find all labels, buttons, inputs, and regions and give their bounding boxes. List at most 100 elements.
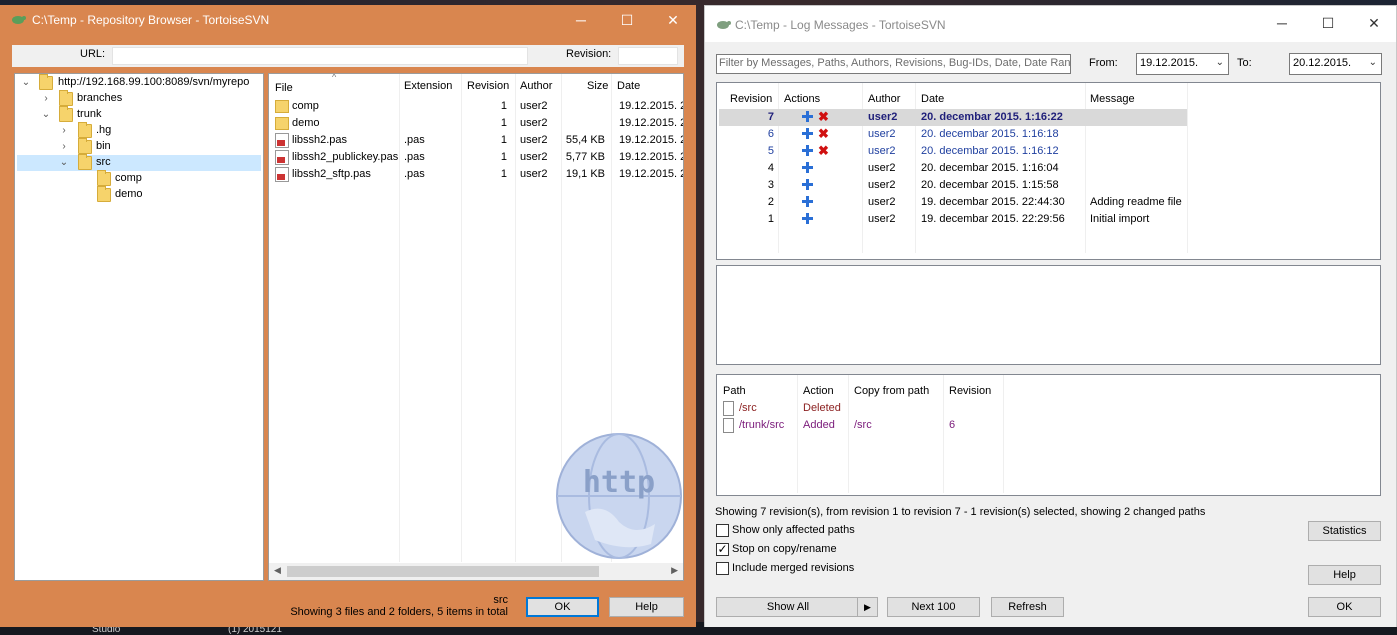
merged-revisions-checkbox[interactable] [716,562,729,575]
statistics-button[interactable]: Statistics [1308,521,1381,541]
added-icon [801,127,814,140]
changed-paths-list[interactable]: Path Action Copy from path Revision /src… [716,374,1381,496]
folder-icon [78,138,92,154]
http-globe-watermark: http [556,433,682,559]
column-header-author[interactable]: Author [520,80,552,92]
file-extension: .pas [404,134,425,146]
pas-file-icon [275,150,289,165]
folder-icon [275,100,289,113]
revision-row[interactable]: 3 user2 20. decembar 2015. 1:15:58 [719,177,1187,194]
tree-node-label: bin [96,140,111,152]
scroll-right-icon[interactable]: ▶ [671,565,678,576]
column-header-date[interactable]: Date [921,93,944,105]
revision-number: 4 [767,162,774,174]
next-100-button[interactable]: Next 100 [887,597,980,617]
file-row[interactable]: libssh2_publickey.pas .pas 1 user2 5,77 … [269,149,683,166]
tree-node-label: branches [77,92,123,104]
repository-browser-window: C:\Temp - Repository Browser - TortoiseS… [0,5,696,627]
tree-node-comp[interactable]: comp [17,170,261,187]
file-size: 5,77 KB [565,151,605,163]
tree-node-trunk[interactable]: ⌄ trunk [17,106,261,123]
column-header-author[interactable]: Author [868,93,900,105]
maximize-button[interactable]: ☐ [1305,8,1351,38]
file-row[interactable]: comp 1 user2 19.12.2015. 2 [269,98,683,115]
repository-tree[interactable]: ⌄ http://192.168.99.100:8089/svn/myrepo … [14,73,264,581]
column-header-action[interactable]: Action [803,385,834,397]
file-row[interactable]: libssh2_sftp.pas .pas 1 user2 19,1 KB 19… [269,166,683,183]
file-date: 19.12.2015. 2 [619,151,684,163]
file-author: user2 [520,100,548,112]
from-date-picker[interactable]: 19.12.2015. ⌄ [1136,53,1229,75]
file-row[interactable]: demo 1 user2 19.12.2015. 2 [269,115,683,132]
ok-button[interactable]: OK [1308,597,1381,617]
column-header-revision[interactable]: Revision [467,80,509,92]
expand-icon[interactable]: › [41,91,51,107]
revision-date: 20. decembar 2015. 1:16:12 [921,145,1059,157]
close-button[interactable]: ✕ [1351,8,1397,38]
help-button[interactable]: Help [609,597,684,617]
column-header-copy-from[interactable]: Copy from path [854,385,929,397]
column-header-extension[interactable]: Extension [404,80,452,92]
status-path: src [493,594,508,606]
folder-icon [59,106,73,122]
file-revision: 1 [500,168,507,180]
tree-node-bin[interactable]: › bin [17,138,261,155]
added-icon [801,110,814,123]
ok-button[interactable]: OK [526,597,599,617]
expand-icon[interactable]: › [59,123,69,139]
revision-row[interactable]: 6 ✖ user2 20. decembar 2015. 1:16:18 [719,126,1187,143]
column-header-path[interactable]: Path [723,385,746,397]
minimize-button[interactable]: ─ [558,5,604,35]
column-header-file[interactable]: File [275,82,293,94]
changed-path: /trunk/src [739,419,785,431]
revision-row[interactable]: 1 user2 19. decembar 2015. 22:29:56 Init… [719,211,1187,228]
tree-node-root[interactable]: ⌄ http://192.168.99.100:8089/svn/myrepo [17,74,261,91]
file-author: user2 [520,168,548,180]
maximize-button[interactable]: ☐ [604,5,650,35]
column-header-revision[interactable]: Revision [730,93,772,105]
revision-list[interactable]: Revision Actions Author Date Message 7 ✖… [716,82,1381,260]
revision-row[interactable]: 2 user2 19. decembar 2015. 22:44:30 Addi… [719,194,1187,211]
url-input[interactable] [112,47,528,65]
help-button[interactable]: Help [1308,565,1381,585]
collapse-icon[interactable]: ⌄ [21,75,31,91]
revision-row[interactable]: 7 ✖ user2 20. decembar 2015. 1:16:22 [719,109,1187,126]
file-row[interactable]: libssh2.pas .pas 1 user2 55,4 KB 19.12.2… [269,132,683,149]
scroll-left-icon[interactable]: ◀ [274,565,281,576]
column-header-path-revision[interactable]: Revision [949,385,991,397]
tree-node-branches[interactable]: › branches [17,90,261,107]
column-header-size[interactable]: Size [587,80,608,92]
file-list[interactable]: File ^ Extension Revision Author Size Da… [268,73,684,581]
message-pane[interactable] [716,265,1381,365]
horizontal-scrollbar[interactable]: ◀ ▶ [269,563,683,580]
stop-on-copy-checkbox[interactable]: ✓ [716,543,729,556]
column-header-date[interactable]: Date [617,80,640,92]
window-title: C:\Temp - Log Messages - TortoiseSVN [735,18,946,32]
refresh-button[interactable]: Refresh [991,597,1064,617]
tree-node-demo[interactable]: demo [17,186,261,203]
column-header-actions[interactable]: Actions [784,93,820,105]
revision-row[interactable]: 5 ✖ user2 20. decembar 2015. 1:16:12 [719,143,1187,160]
collapse-icon[interactable]: ⌄ [41,107,51,123]
url-bar: URL: Revision: [12,45,684,67]
revision-input[interactable] [618,47,678,65]
changed-path-row[interactable]: /src Deleted [717,401,1380,418]
show-all-button[interactable]: Show All ▶ [716,597,878,617]
collapse-icon[interactable]: ⌄ [59,155,69,171]
to-date-picker[interactable]: 20.12.2015. ⌄ [1289,53,1382,75]
tree-node-hg[interactable]: › .hg [17,122,261,139]
added-icon [801,161,814,174]
close-button[interactable]: ✕ [650,5,696,35]
affected-paths-checkbox[interactable] [716,524,729,537]
expand-icon[interactable]: › [59,139,69,155]
folder-icon [78,154,92,170]
show-range-dropdown-icon[interactable]: ▶ [857,598,877,616]
column-header-message[interactable]: Message [1090,93,1135,105]
minimize-button[interactable]: ─ [1259,8,1305,38]
scrollbar-thumb[interactable] [287,566,599,577]
tree-node-src[interactable]: ⌄ src [17,154,261,171]
revision-row[interactable]: 4 user2 20. decembar 2015. 1:16:04 [719,160,1187,177]
tree-node-label: trunk [77,108,102,120]
filter-input[interactable]: Filter by Messages, Paths, Authors, Revi… [716,54,1071,74]
changed-path-row[interactable]: /trunk/src Added /src 6 [717,418,1380,435]
